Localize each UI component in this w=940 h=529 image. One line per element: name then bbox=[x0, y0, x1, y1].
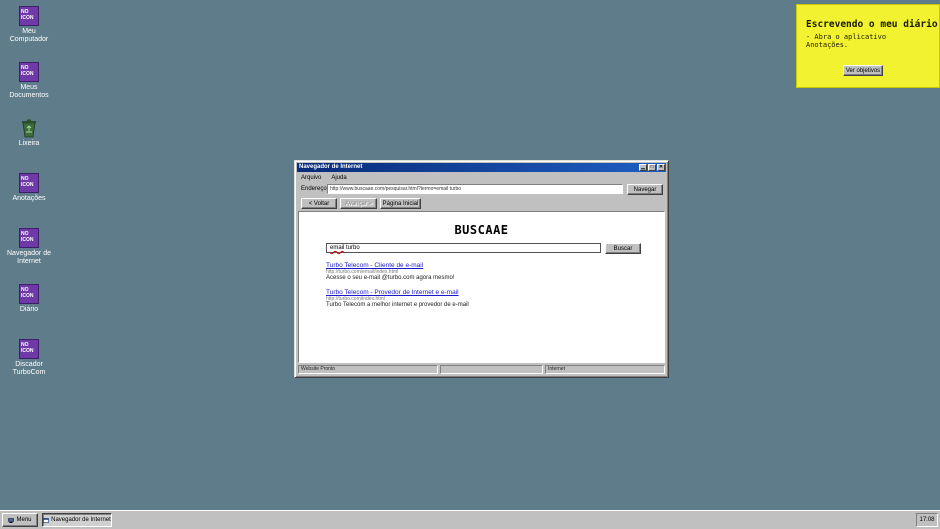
result-description: Acesse o seu e-mail @turbo.com agora mes… bbox=[326, 275, 455, 281]
address-input[interactable]: http://www.buscaae.com/pesquisar.html?te… bbox=[327, 184, 623, 194]
view-objectives-button[interactable]: Ver objetivos bbox=[843, 65, 883, 76]
browser-titlebar[interactable]: Navegador de Internet ▁ □ ✕ bbox=[297, 163, 666, 172]
no-icon-placeholder-icon: NO ICON bbox=[19, 339, 39, 359]
result-title-link[interactable]: Turbo Telecom - Cliente de e-mail bbox=[326, 262, 454, 269]
desktop-icon-label: Navegador de Internet bbox=[7, 250, 51, 265]
desktop-icon-navegador[interactable]: NO ICON Navegador de Internet bbox=[4, 228, 54, 266]
result-title-link[interactable]: Turbo Telecom - Provedor de Internet e e… bbox=[326, 289, 469, 296]
recycle-bin-icon bbox=[19, 118, 39, 138]
navigation-toolbar: < Voltar Avançar > Página Inicial bbox=[301, 198, 421, 209]
status-empty bbox=[440, 365, 543, 374]
maximize-icon[interactable]: □ bbox=[648, 164, 656, 171]
window-icon bbox=[43, 517, 49, 523]
desktop-icon-label: Meus Documentos bbox=[9, 84, 49, 99]
search-result: Turbo Telecom - Cliente de e-mail http:/… bbox=[326, 262, 454, 282]
note-title: Escrevendo o meu diário bbox=[806, 19, 938, 30]
objective-sticky-note: Escrevendo o meu diário - Abra o aplicat… bbox=[796, 4, 940, 88]
status-bar: Website Pronto Internet bbox=[298, 365, 665, 374]
home-button[interactable]: Página Inicial bbox=[380, 198, 421, 209]
no-icon-placeholder-icon: NO ICON bbox=[19, 228, 39, 248]
search-term-rest: turbo bbox=[344, 245, 360, 251]
desktop-icon-discador-turbocom[interactable]: NO ICON Discador TurboCom bbox=[4, 339, 54, 377]
desktop-icon-anotacoes[interactable]: NO ICON Anotações bbox=[4, 173, 54, 203]
window-title: Navegador de Internet bbox=[299, 164, 363, 170]
no-icon-placeholder-icon: NO ICON bbox=[19, 62, 39, 82]
page-viewport: BUSCAAE email turbo Buscar Turbo Telecom… bbox=[298, 211, 665, 363]
computer-icon bbox=[8, 517, 15, 523]
status-zone: Internet bbox=[545, 365, 665, 374]
taskbar-item-navegador[interactable]: Navegador de Internet bbox=[42, 513, 112, 527]
desktop-icon-label: Meu Computador bbox=[9, 28, 49, 43]
forward-button[interactable]: Avançar > bbox=[340, 198, 377, 209]
system-clock: 17:08 bbox=[916, 513, 938, 527]
result-description: Turbo Telecom a melhor internet e proved… bbox=[326, 302, 469, 308]
menu-bar: Arquivo Ajuda bbox=[301, 175, 347, 181]
desktop-icon-diario[interactable]: NO ICON Diário bbox=[4, 284, 54, 314]
minimize-icon[interactable]: ▁ bbox=[639, 164, 647, 171]
note-body: - Abra o aplicativo Anotações. bbox=[806, 33, 887, 49]
start-menu-button[interactable]: Menu bbox=[2, 513, 38, 527]
search-button[interactable]: Buscar bbox=[605, 243, 641, 254]
search-engine-logo: BUSCAAE bbox=[454, 223, 509, 237]
navigate-button[interactable]: Navegar bbox=[627, 184, 663, 195]
search-term-misspelled: email bbox=[330, 245, 345, 251]
search-result: Turbo Telecom - Provedor de Internet e e… bbox=[326, 289, 469, 309]
menu-ajuda[interactable]: Ajuda bbox=[331, 175, 346, 181]
status-text: Website Pronto bbox=[298, 365, 438, 374]
desktop-icon-label: Lixeira bbox=[18, 140, 40, 147]
no-icon-placeholder-icon: NO ICON bbox=[19, 6, 39, 26]
address-label: Endereço: bbox=[301, 186, 329, 192]
back-button[interactable]: < Voltar bbox=[301, 198, 337, 209]
taskbar: Menu Navegador de Internet 17:08 bbox=[0, 510, 940, 529]
desktop-icon-label: Anotações bbox=[12, 195, 46, 202]
taskbar-item-label: Navegador de Internet bbox=[51, 517, 111, 523]
menu-arquivo[interactable]: Arquivo bbox=[301, 175, 321, 181]
browser-window: Navegador de Internet ▁ □ ✕ Arquivo Ajud… bbox=[294, 160, 669, 378]
no-icon-placeholder-icon: NO ICON bbox=[19, 284, 39, 304]
desktop-icon-meu-computador[interactable]: NO ICON Meu Computador bbox=[4, 6, 54, 44]
desktop-icon-label: Discador TurboCom bbox=[12, 361, 46, 376]
desktop-icon-lixeira[interactable]: Lixeira bbox=[4, 118, 54, 148]
search-input[interactable]: email turbo bbox=[326, 243, 601, 253]
start-menu-label: Menu bbox=[16, 517, 32, 523]
desktop-icon-label: Diário bbox=[19, 306, 39, 313]
desktop-icon-meus-documentos[interactable]: NO ICON Meus Documentos bbox=[4, 62, 54, 100]
close-icon[interactable]: ✕ bbox=[657, 164, 665, 171]
no-icon-placeholder-icon: NO ICON bbox=[19, 173, 39, 193]
